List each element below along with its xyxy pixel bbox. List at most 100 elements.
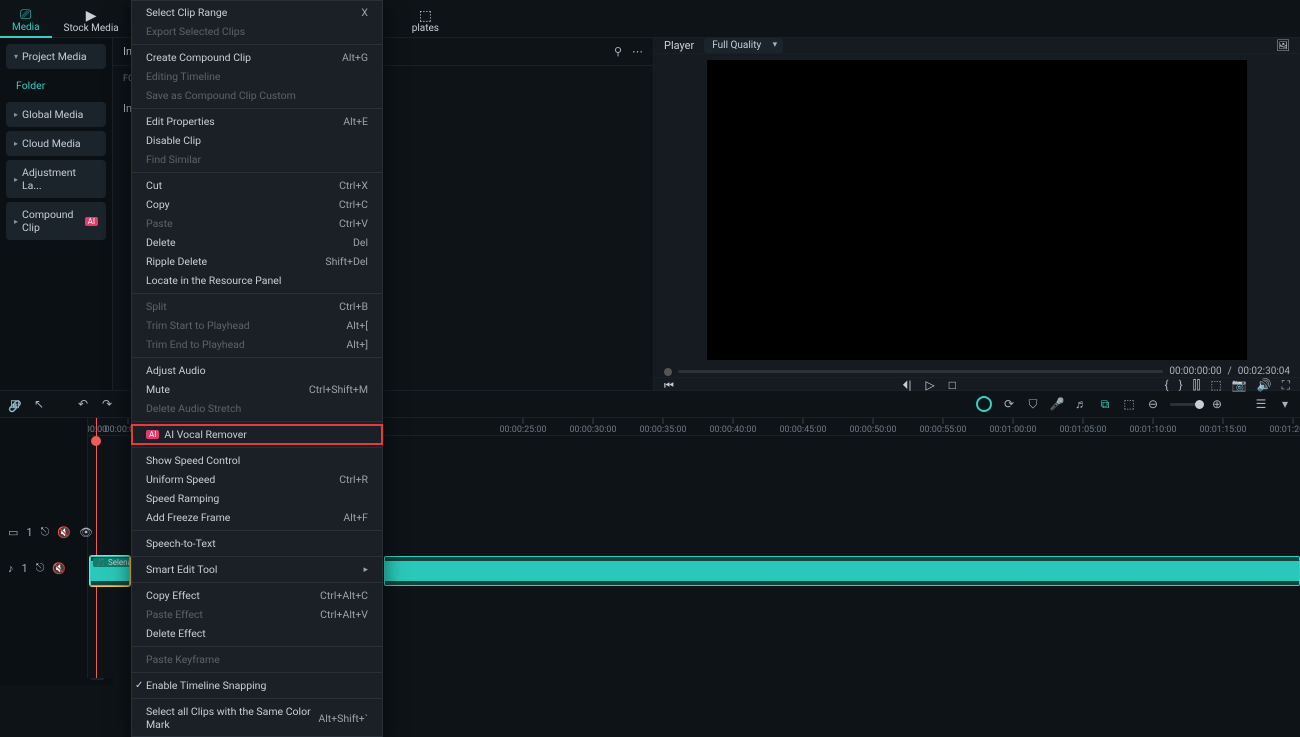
bracket-in-icon[interactable]: {: [1165, 378, 1169, 393]
zoom-slider[interactable]: [1170, 403, 1200, 406]
scrub-handle[interactable]: [664, 368, 672, 376]
pointer-icon[interactable]: ↖: [32, 397, 46, 411]
list-view-icon[interactable]: ☰: [1254, 397, 1268, 411]
menu-label: Delete Effect: [146, 627, 206, 640]
audio-track-header[interactable]: ♪ 1 ⎋ 🔇: [0, 550, 87, 586]
menu-separator: [132, 421, 382, 422]
shortcut: Alt+G: [342, 51, 368, 64]
menu-label: Delete: [146, 236, 176, 249]
submenu-arrow-icon: ▸: [363, 565, 368, 575]
menu-item-create-compound-clip[interactable]: Create Compound ClipAlt+G: [132, 48, 382, 67]
ruler-tick: 00:00:45:00: [779, 418, 826, 435]
play-icon[interactable]: ▷: [925, 378, 934, 393]
sidebar-global-media[interactable]: ▸ Global Media: [6, 102, 106, 127]
scrub-track[interactable]: [678, 370, 1163, 373]
mute-icon[interactable]: 🔇: [52, 562, 66, 575]
undo-icon[interactable]: ↶: [76, 397, 90, 411]
menu-item-cut[interactable]: CutCtrl+X: [132, 176, 382, 195]
video-track-header[interactable]: ▭ 1 ⎋ 🔇 👁: [0, 514, 87, 550]
dropdown-icon[interactable]: ▾: [1278, 397, 1292, 411]
music-icon[interactable]: ♬: [1074, 397, 1088, 411]
video-track-icon: ▭: [8, 526, 18, 539]
menu-item-ai-vocal-remover[interactable]: AIAI Vocal Remover: [132, 425, 382, 444]
menu-item-speech-to-text[interactable]: Speech-to-Text: [132, 534, 382, 553]
menu-separator: [132, 556, 382, 557]
tab-media[interactable]: ⎚ Media: [0, 0, 52, 38]
project-media-dropdown[interactable]: ▾ Project Media: [6, 44, 106, 69]
shortcut: Ctrl+Alt+C: [320, 589, 368, 602]
menu-label: Find Similar: [146, 153, 201, 166]
player-viewport[interactable]: [654, 54, 1300, 366]
mic-icon[interactable]: 🎤: [1050, 397, 1064, 411]
mute-icon[interactable]: 🔇: [57, 526, 71, 539]
tab-label: plates: [412, 23, 439, 34]
ruler-tick: 00:00:25:00: [499, 418, 546, 435]
stop-icon[interactable]: □: [949, 378, 956, 393]
menu-item-show-speed-control[interactable]: Show Speed Control: [132, 451, 382, 470]
menu-item-select-clip-range[interactable]: Select Clip RangeX: [132, 3, 382, 22]
player-scrubber[interactable]: 00:00:00:00 / 00:02:30:04: [654, 366, 1300, 377]
zoom-out-icon[interactable]: ⊖: [1146, 397, 1160, 411]
menu-item-select-all-clips-with-the-same-color-mark[interactable]: Select all Clips with the Same Color Mar…: [132, 702, 382, 734]
camera-icon[interactable]: 📷: [1232, 378, 1247, 393]
menu-item-export-selected-clips: Export Selected Clips: [132, 22, 382, 41]
filter-icon[interactable]: ⚲: [614, 45, 622, 58]
menu-item-disable-clip[interactable]: Disable Clip: [132, 131, 382, 150]
shield-icon[interactable]: ⛉: [1026, 397, 1040, 411]
menu-item-mute[interactable]: MuteCtrl+Shift+M: [132, 380, 382, 399]
sidebar-cloud-media[interactable]: ▸ Cloud Media: [6, 131, 106, 156]
menu-item-enable-timeline-snapping[interactable]: Enable Timeline Snapping: [132, 676, 382, 695]
redo-icon[interactable]: ↷: [100, 397, 114, 411]
step-back-icon[interactable]: ⏴|: [903, 378, 912, 393]
crop-icon[interactable]: ⬚: [1122, 397, 1136, 411]
shortcut: Ctrl+X: [339, 179, 368, 192]
lock-icon[interactable]: ⎋: [41, 525, 50, 539]
lock-icon[interactable]: ⎋: [36, 561, 45, 575]
chevron-right-icon: ▸: [14, 139, 18, 148]
templates-icon: ⬚: [416, 9, 434, 23]
record-indicator-icon[interactable]: [976, 396, 992, 412]
float-icon[interactable]: ⬚: [1210, 378, 1221, 393]
menu-item-copy[interactable]: CopyCtrl+C: [132, 195, 382, 214]
prev-icon[interactable]: ⏮: [664, 379, 674, 392]
ruler-tick: 00:01:15:00: [1199, 418, 1246, 435]
sidebar-adjustment-layer[interactable]: ▸ Adjustment La...: [6, 160, 106, 198]
menu-label: Split: [146, 300, 167, 313]
bracket-out-icon[interactable]: }: [1179, 378, 1183, 393]
menu-item-delete-effect[interactable]: Delete Effect: [132, 624, 382, 643]
magnet-icon[interactable]: ⧉: [1098, 397, 1112, 411]
menu-label: Delete Audio Stretch: [146, 402, 241, 415]
playhead[interactable]: [96, 418, 97, 678]
menu-item-speed-ramping[interactable]: Speed Ramping: [132, 489, 382, 508]
menu-label: Select Clip Range: [146, 6, 227, 19]
compare-icon[interactable]: ⫿⫿: [1193, 378, 1201, 393]
menu-item-delete[interactable]: DeleteDel: [132, 233, 382, 252]
audio-clip-selected[interactable]: 🎵Selena...: [90, 556, 130, 586]
menu-item-uniform-speed[interactable]: Uniform SpeedCtrl+R: [132, 470, 382, 489]
ruler-tick: 00:00:35:00: [639, 418, 686, 435]
tab-templates-partial[interactable]: ⬚ plates: [400, 0, 451, 38]
menu-item-smart-edit-tool[interactable]: Smart Edit Tool▸: [132, 560, 382, 579]
tab-stock-media[interactable]: ▶ Stock Media: [52, 0, 131, 38]
shortcut: Alt+[: [346, 319, 368, 332]
volume-icon[interactable]: 🔊: [1257, 378, 1272, 393]
menu-item-ripple-delete[interactable]: Ripple DeleteShift+Del: [132, 252, 382, 271]
menu-item-copy-effect[interactable]: Copy EffectCtrl+Alt+C: [132, 586, 382, 605]
menu-item-adjust-audio[interactable]: Adjust Audio: [132, 361, 382, 380]
link-icon[interactable]: 🔗: [8, 400, 22, 413]
menu-item-edit-properties[interactable]: Edit PropertiesAlt+E: [132, 112, 382, 131]
audio-clip[interactable]: [384, 556, 1300, 586]
menu-item-add-freeze-frame[interactable]: Add Freeze FrameAlt+F: [132, 508, 382, 527]
folder-item[interactable]: Folder: [6, 73, 106, 98]
snapshot-icon[interactable]: 🖼: [1276, 39, 1290, 52]
speed-icon[interactable]: ⟳: [1002, 397, 1016, 411]
menu-item-locate-in-the-resource-panel[interactable]: Locate in the Resource Panel: [132, 271, 382, 290]
more-icon[interactable]: ⋯: [632, 45, 643, 58]
zoom-in-icon[interactable]: ⊕: [1210, 397, 1224, 411]
sidebar-compound-clip[interactable]: ▸ Compound Clip AI: [6, 202, 106, 240]
quality-dropdown[interactable]: Full Quality: [704, 38, 783, 53]
menu-label: Paste Keyframe: [146, 653, 220, 666]
ruler-tick: 00:00:40:00: [709, 418, 756, 435]
shortcut: Ctrl+R: [339, 473, 368, 486]
fullscreen-icon[interactable]: ⛶: [1282, 378, 1290, 393]
